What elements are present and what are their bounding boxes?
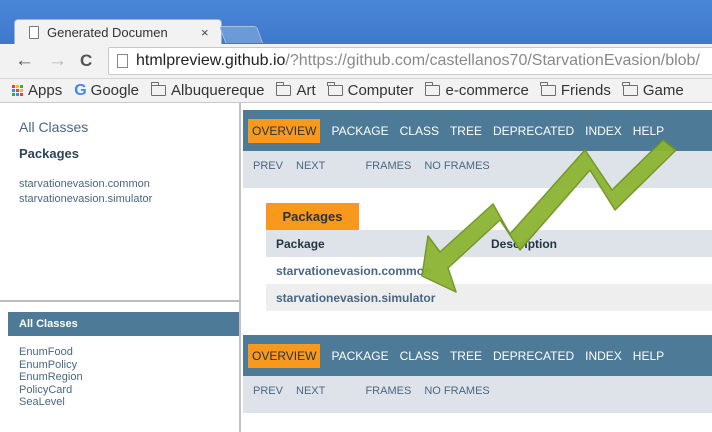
- bookmark-e-commerce[interactable]: e-commerce: [424, 82, 529, 99]
- package-list: starvationevasion.common starvationevasi…: [19, 177, 152, 207]
- package-table-link[interactable]: starvationevasion.common: [276, 264, 431, 278]
- back-arrow-icon[interactable]: ←: [15, 51, 34, 71]
- tab-title: Generated Documen: [47, 24, 168, 40]
- browser-tab-strip: Generated Documen ×: [0, 0, 712, 44]
- reload-icon[interactable]: C: [80, 51, 92, 71]
- next-link[interactable]: NEXT: [296, 385, 325, 397]
- class-list-frame: All Classes EnumFood EnumPolicy EnumRegi…: [0, 302, 241, 432]
- nav-overview[interactable]: OVERVIEW: [248, 118, 321, 143]
- bookmark-game[interactable]: Game: [622, 82, 684, 99]
- folder-icon: [424, 82, 441, 96]
- package-table-link[interactable]: starvationevasion.simulator: [276, 291, 435, 305]
- nav-index[interactable]: INDEX: [585, 349, 622, 363]
- bookmark-label: Google: [90, 82, 140, 99]
- folder-icon: [275, 82, 292, 96]
- prev-link[interactable]: PREV: [253, 385, 283, 397]
- close-tab-icon[interactable]: ×: [201, 25, 209, 40]
- packages-heading: Packages: [19, 146, 79, 161]
- page-icon: [117, 54, 128, 68]
- main-frame: OVERVIEW PACKAGE CLASS TREE DEPRECATED I…: [243, 103, 712, 432]
- top-nav-bar: OVERVIEW PACKAGE CLASS TREE DEPRECATED I…: [243, 110, 712, 151]
- class-link[interactable]: EnumFood: [19, 346, 83, 359]
- nav-index[interactable]: INDEX: [585, 124, 622, 138]
- page-content: All Classes Packages starvationevasion.c…: [0, 103, 712, 432]
- nav-deprecated[interactable]: DEPRECATED: [493, 349, 574, 363]
- nav-class[interactable]: CLASS: [400, 349, 439, 363]
- top-sub-nav: PREV NEXT FRAMES NO FRAMES: [243, 151, 712, 188]
- packages-caption: Packages: [266, 203, 359, 230]
- column-header-description: Description: [491, 236, 558, 251]
- bookmark-label: Art: [296, 82, 316, 99]
- table-row: starvationevasion.common: [266, 257, 712, 284]
- nav-help[interactable]: HELP: [633, 349, 664, 363]
- nav-deprecated[interactable]: DEPRECATED: [493, 124, 574, 138]
- address-bar[interactable]: htmlpreview.github.io /?https://github.c…: [108, 47, 712, 75]
- nav-tree[interactable]: TREE: [450, 124, 482, 138]
- package-list-frame: All Classes Packages starvationevasion.c…: [0, 103, 241, 302]
- bookmark-label: Friends: [560, 82, 611, 99]
- table-header: Package Description: [266, 230, 712, 257]
- column-header-package: Package: [276, 236, 325, 251]
- bookmark-label: Game: [642, 82, 684, 99]
- class-link[interactable]: PolicyCard: [19, 384, 83, 397]
- all-classes-heading: All Classes: [8, 312, 239, 336]
- bookmark-apps[interactable]: Apps: [12, 82, 62, 99]
- nav-package[interactable]: PACKAGE: [331, 349, 388, 363]
- frames-link[interactable]: FRAMES: [365, 385, 411, 397]
- package-link[interactable]: starvationevasion.common: [19, 177, 152, 192]
- package-link[interactable]: starvationevasion.simulator: [19, 192, 152, 207]
- class-link[interactable]: EnumPolicy: [19, 359, 83, 372]
- bookmark-computer[interactable]: Computer: [327, 82, 414, 99]
- browser-toolbar: ← → C htmlpreview.github.io /?https://gi…: [0, 44, 712, 79]
- nav-overview[interactable]: OVERVIEW: [248, 343, 321, 368]
- packages-table: Package Description starvationevasion.co…: [266, 230, 712, 311]
- no-frames-link[interactable]: NO FRAMES: [424, 385, 489, 397]
- url-path: /?https://github.com/castellanos70/Starv…: [285, 52, 700, 69]
- google-g-icon: G: [74, 81, 87, 99]
- bookmark-google[interactable]: G Google: [74, 82, 139, 100]
- no-frames-link[interactable]: NO FRAMES: [424, 160, 489, 172]
- bookmark-label: Computer: [347, 82, 414, 99]
- bookmark-label: Albuquereque: [171, 82, 265, 99]
- bookmarks-bar: Apps G Google Albuquereque Art Computer …: [0, 79, 712, 103]
- nav-package[interactable]: PACKAGE: [331, 124, 388, 138]
- class-link[interactable]: SeaLevel: [19, 396, 83, 409]
- table-row: starvationevasion.simulator: [266, 284, 712, 311]
- bookmark-label: Apps: [28, 82, 63, 99]
- nav-tree[interactable]: TREE: [450, 349, 482, 363]
- bottom-nav-bar: OVERVIEW PACKAGE CLASS TREE DEPRECATED I…: [243, 335, 712, 376]
- bookmark-friends[interactable]: Friends: [540, 82, 611, 99]
- folder-icon: [150, 82, 167, 96]
- nav-help[interactable]: HELP: [633, 124, 664, 138]
- bookmark-albuquereque[interactable]: Albuquereque: [150, 82, 265, 99]
- all-classes-link[interactable]: All Classes: [19, 119, 88, 135]
- folder-icon: [327, 82, 343, 96]
- page-icon: [29, 25, 39, 39]
- class-link[interactable]: EnumRegion: [19, 371, 83, 384]
- browser-tab[interactable]: Generated Documen ×: [14, 19, 222, 44]
- left-frame: All Classes Packages starvationevasion.c…: [0, 103, 241, 432]
- prev-link[interactable]: PREV: [253, 160, 283, 172]
- bottom-sub-nav: PREV NEXT FRAMES NO FRAMES: [243, 376, 712, 413]
- next-link[interactable]: NEXT: [296, 160, 325, 172]
- bookmark-label: e-commerce: [445, 82, 529, 99]
- bookmark-art[interactable]: Art: [275, 82, 316, 99]
- new-tab-button[interactable]: [218, 26, 264, 43]
- frames-link[interactable]: FRAMES: [365, 160, 411, 172]
- forward-arrow-icon[interactable]: →: [48, 51, 67, 71]
- nav-class[interactable]: CLASS: [400, 124, 439, 138]
- class-list: EnumFood EnumPolicy EnumRegion PolicyCar…: [19, 346, 83, 409]
- folder-icon: [622, 82, 638, 96]
- apps-grid-icon: [12, 85, 23, 96]
- folder-icon: [540, 82, 556, 96]
- url-host: htmlpreview.github.io: [136, 52, 286, 69]
